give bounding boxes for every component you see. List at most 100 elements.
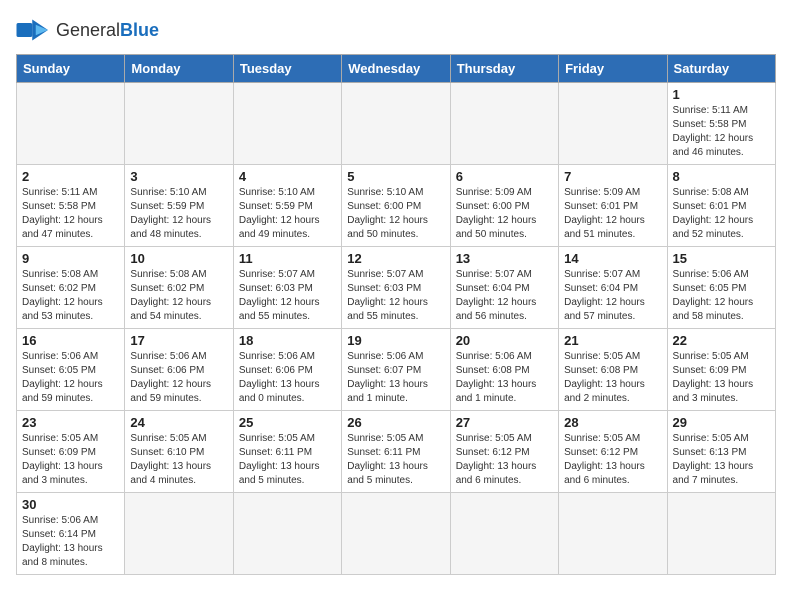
day-info: Sunrise: 5:05 AM Sunset: 6:12 PM Dayligh… bbox=[564, 432, 661, 488]
calendar-cell-w6-d3 bbox=[233, 493, 341, 575]
calendar-cell-w5-d1: 23 Sunrise: 5:05 AM Sunset: 6:09 PM Dayli… bbox=[17, 411, 125, 493]
calendar-cell-w4-d2: 17 Sunrise: 5:06 AM Sunset: 6:06 PM Dayli… bbox=[125, 329, 233, 411]
calendar-cell-w6-d4 bbox=[342, 493, 450, 575]
day-number: 6 bbox=[456, 169, 553, 184]
col-monday: Monday bbox=[125, 55, 233, 83]
day-number: 8 bbox=[673, 169, 770, 184]
calendar-cell-w3-d1: 9 Sunrise: 5:08 AM Sunset: 6:02 PM Daylig… bbox=[17, 247, 125, 329]
day-info: Sunrise: 5:11 AM Sunset: 5:58 PM Dayligh… bbox=[22, 186, 119, 242]
calendar-week-1: 1 Sunrise: 5:11 AM Sunset: 5:58 PM Daylig… bbox=[17, 83, 776, 165]
calendar-cell-w3-d7: 15 Sunrise: 5:06 AM Sunset: 6:05 PM Dayli… bbox=[667, 247, 775, 329]
day-number: 4 bbox=[239, 169, 336, 184]
page-header: GeneralBlue bbox=[16, 16, 776, 44]
day-number: 5 bbox=[347, 169, 444, 184]
day-info: Sunrise: 5:05 AM Sunset: 6:11 PM Dayligh… bbox=[347, 432, 444, 488]
col-friday: Friday bbox=[559, 55, 667, 83]
day-info: Sunrise: 5:05 AM Sunset: 6:09 PM Dayligh… bbox=[22, 432, 119, 488]
col-tuesday: Tuesday bbox=[233, 55, 341, 83]
day-number: 19 bbox=[347, 333, 444, 348]
day-info: Sunrise: 5:06 AM Sunset: 6:05 PM Dayligh… bbox=[673, 268, 770, 324]
calendar-table: Sunday Monday Tuesday Wednesday Thursday… bbox=[16, 54, 776, 575]
day-info: Sunrise: 5:09 AM Sunset: 6:00 PM Dayligh… bbox=[456, 186, 553, 242]
calendar-header-row: Sunday Monday Tuesday Wednesday Thursday… bbox=[17, 55, 776, 83]
day-number: 23 bbox=[22, 415, 119, 430]
day-info: Sunrise: 5:07 AM Sunset: 6:03 PM Dayligh… bbox=[347, 268, 444, 324]
calendar-cell-w1-d5 bbox=[450, 83, 558, 165]
calendar-cell-w2-d7: 8 Sunrise: 5:08 AM Sunset: 6:01 PM Daylig… bbox=[667, 165, 775, 247]
logo-icon bbox=[16, 16, 52, 44]
calendar-cell-w1-d4 bbox=[342, 83, 450, 165]
day-number: 9 bbox=[22, 251, 119, 266]
day-number: 30 bbox=[22, 497, 119, 512]
day-info: Sunrise: 5:10 AM Sunset: 5:59 PM Dayligh… bbox=[130, 186, 227, 242]
calendar-cell-w4-d7: 22 Sunrise: 5:05 AM Sunset: 6:09 PM Dayli… bbox=[667, 329, 775, 411]
calendar-cell-w3-d3: 11Sunrise: 5:07 AM Sunset: 6:03 PM Dayli… bbox=[233, 247, 341, 329]
day-number: 2 bbox=[22, 169, 119, 184]
day-number: 13 bbox=[456, 251, 553, 266]
day-number: 27 bbox=[456, 415, 553, 430]
day-number: 16 bbox=[22, 333, 119, 348]
day-number: 26 bbox=[347, 415, 444, 430]
day-number: 29 bbox=[673, 415, 770, 430]
calendar-cell-w6-d5 bbox=[450, 493, 558, 575]
day-number: 1 bbox=[673, 87, 770, 102]
day-info: Sunrise: 5:05 AM Sunset: 6:08 PM Dayligh… bbox=[564, 350, 661, 406]
calendar-cell-w1-d1 bbox=[17, 83, 125, 165]
day-info: Sunrise: 5:05 AM Sunset: 6:13 PM Dayligh… bbox=[673, 432, 770, 488]
day-info: Sunrise: 5:05 AM Sunset: 6:10 PM Dayligh… bbox=[130, 432, 227, 488]
day-number: 22 bbox=[673, 333, 770, 348]
calendar-cell-w2-d3: 4 Sunrise: 5:10 AM Sunset: 5:59 PM Daylig… bbox=[233, 165, 341, 247]
day-info: Sunrise: 5:08 AM Sunset: 6:02 PM Dayligh… bbox=[130, 268, 227, 324]
calendar-cell-w3-d2: 10 Sunrise: 5:08 AM Sunset: 6:02 PM Dayli… bbox=[125, 247, 233, 329]
day-number: 25 bbox=[239, 415, 336, 430]
day-info: Sunrise: 5:07 AM Sunset: 6:04 PM Dayligh… bbox=[564, 268, 661, 324]
calendar-cell-w1-d7: 1 Sunrise: 5:11 AM Sunset: 5:58 PM Daylig… bbox=[667, 83, 775, 165]
calendar-cell-w2-d1: 2 Sunrise: 5:11 AM Sunset: 5:58 PM Daylig… bbox=[17, 165, 125, 247]
day-number: 15 bbox=[673, 251, 770, 266]
calendar-cell-w4-d5: 20Sunrise: 5:06 AM Sunset: 6:08 PM Dayli… bbox=[450, 329, 558, 411]
day-info: Sunrise: 5:10 AM Sunset: 6:00 PM Dayligh… bbox=[347, 186, 444, 242]
calendar-cell-w2-d2: 3 Sunrise: 5:10 AM Sunset: 5:59 PM Daylig… bbox=[125, 165, 233, 247]
day-number: 24 bbox=[130, 415, 227, 430]
col-saturday: Saturday bbox=[667, 55, 775, 83]
calendar-cell-w4-d1: 16 Sunrise: 5:06 AM Sunset: 6:05 PM Dayli… bbox=[17, 329, 125, 411]
day-info: Sunrise: 5:10 AM Sunset: 5:59 PM Dayligh… bbox=[239, 186, 336, 242]
day-info: Sunrise: 5:06 AM Sunset: 6:07 PM Dayligh… bbox=[347, 350, 444, 406]
calendar-week-2: 2 Sunrise: 5:11 AM Sunset: 5:58 PM Daylig… bbox=[17, 165, 776, 247]
day-number: 12 bbox=[347, 251, 444, 266]
col-thursday: Thursday bbox=[450, 55, 558, 83]
day-info: Sunrise: 5:08 AM Sunset: 6:02 PM Dayligh… bbox=[22, 268, 119, 324]
day-number: 3 bbox=[130, 169, 227, 184]
calendar-cell-w3-d6: 14 Sunrise: 5:07 AM Sunset: 6:04 PM Dayli… bbox=[559, 247, 667, 329]
calendar-cell-w6-d1: 30 Sunrise: 5:06 AM Sunset: 6:14 PM Dayli… bbox=[17, 493, 125, 575]
day-info: Sunrise: 5:09 AM Sunset: 6:01 PM Dayligh… bbox=[564, 186, 661, 242]
col-wednesday: Wednesday bbox=[342, 55, 450, 83]
calendar-cell-w6-d6 bbox=[559, 493, 667, 575]
calendar-cell-w1-d3 bbox=[233, 83, 341, 165]
day-number: 18 bbox=[239, 333, 336, 348]
calendar-cell-w3-d4: 12 Sunrise: 5:07 AM Sunset: 6:03 PM Dayli… bbox=[342, 247, 450, 329]
day-info: Sunrise: 5:06 AM Sunset: 6:14 PM Dayligh… bbox=[22, 514, 119, 570]
calendar-cell-w6-d2 bbox=[125, 493, 233, 575]
calendar-week-5: 23 Sunrise: 5:05 AM Sunset: 6:09 PM Dayli… bbox=[17, 411, 776, 493]
day-number: 28 bbox=[564, 415, 661, 430]
calendar-cell-w3-d5: 13 Sunrise: 5:07 AM Sunset: 6:04 PM Dayli… bbox=[450, 247, 558, 329]
logo: GeneralBlue bbox=[16, 16, 159, 44]
day-info: Sunrise: 5:11 AM Sunset: 5:58 PM Dayligh… bbox=[673, 104, 770, 160]
calendar-cell-w1-d6 bbox=[559, 83, 667, 165]
day-info: Sunrise: 5:06 AM Sunset: 6:05 PM Dayligh… bbox=[22, 350, 119, 406]
day-number: 11 bbox=[239, 251, 336, 266]
day-info: Sunrise: 5:08 AM Sunset: 6:01 PM Dayligh… bbox=[673, 186, 770, 242]
calendar-cell-w5-d5: 27Sunrise: 5:05 AM Sunset: 6:12 PM Dayli… bbox=[450, 411, 558, 493]
day-number: 17 bbox=[130, 333, 227, 348]
calendar-cell-w6-d7 bbox=[667, 493, 775, 575]
day-info: Sunrise: 5:07 AM Sunset: 6:04 PM Dayligh… bbox=[456, 268, 553, 324]
calendar-cell-w5-d4: 26 Sunrise: 5:05 AM Sunset: 6:11 PM Dayli… bbox=[342, 411, 450, 493]
calendar-cell-w5-d3: 25Sunrise: 5:05 AM Sunset: 6:11 PM Dayli… bbox=[233, 411, 341, 493]
day-number: 14 bbox=[564, 251, 661, 266]
calendar-cell-w1-d2 bbox=[125, 83, 233, 165]
calendar-cell-w5-d2: 24 Sunrise: 5:05 AM Sunset: 6:10 PM Dayli… bbox=[125, 411, 233, 493]
day-info: Sunrise: 5:05 AM Sunset: 6:09 PM Dayligh… bbox=[673, 350, 770, 406]
day-number: 10 bbox=[130, 251, 227, 266]
day-info: Sunrise: 5:06 AM Sunset: 6:06 PM Dayligh… bbox=[130, 350, 227, 406]
